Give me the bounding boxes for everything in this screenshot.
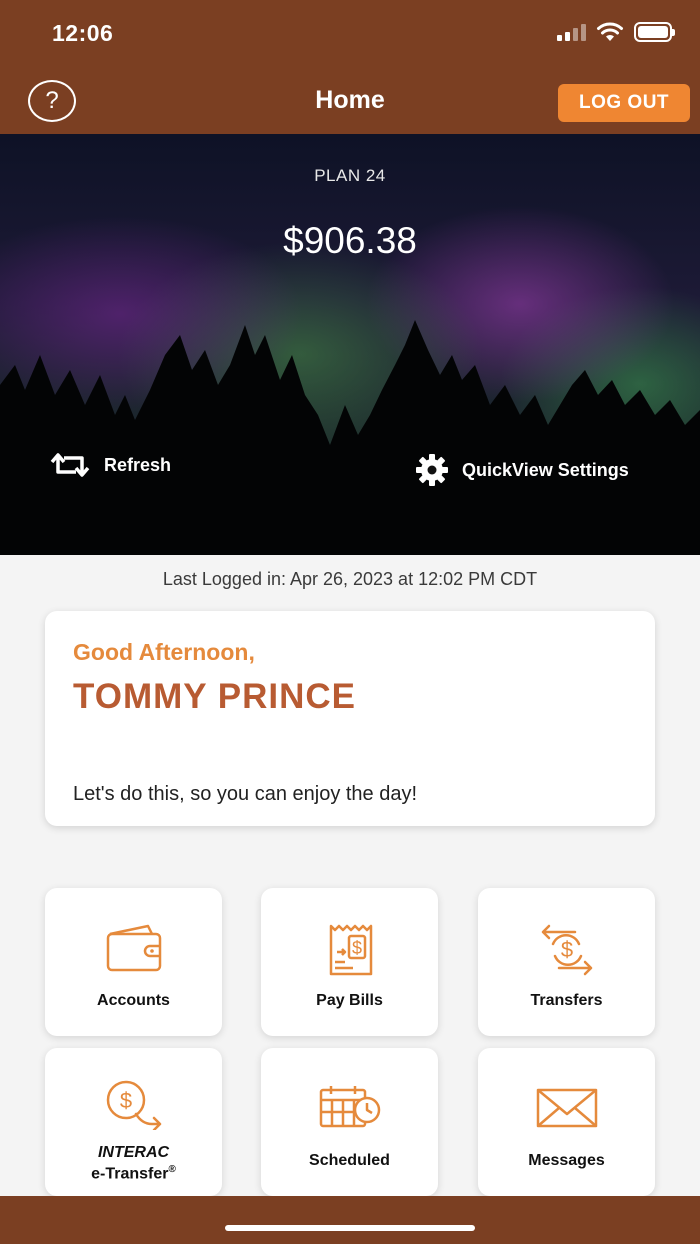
tile-label: Transfers [530,992,603,1009]
etransfer-icon: $ [106,1080,161,1130]
quickview-label: QuickView Settings [462,459,629,480]
envelope-icon [536,1088,597,1128]
greeting-card: Good Afternoon, TOMMY PRINCE Let's do th… [45,611,655,826]
wallet-icon [106,924,161,972]
top-bar: 12:06 ? Home LOG OUT [0,0,700,134]
tile-interac-etransfer[interactable]: $ INTERAC e-Transfer® [45,1048,222,1196]
tile-label: Messages [528,1152,605,1169]
greeting-message: Let's do this, so you can enjoy the day! [73,783,418,805]
gear-icon [416,454,448,486]
tile-label: INTERAC e-Transfer® [45,1144,222,1182]
tile-label: Pay Bills [316,992,383,1009]
last-login-text: Last Logged in: Apr 26, 2023 at 12:02 PM… [162,569,538,589]
transfer-icon: $ [541,924,592,976]
bill-icon: $ [329,924,372,976]
wifi-icon [597,22,623,41]
tile-accounts[interactable]: Accounts [45,888,222,1036]
refresh-button[interactable]: Refresh [48,452,171,478]
plan-label: PLAN 24 [314,166,386,185]
account-balance: $906.38 [283,220,417,261]
tile-pay-bills[interactable]: $ Pay Bills [261,888,438,1036]
svg-text:$: $ [560,937,572,962]
greeting-name: TOMMY PRINCE [73,677,356,716]
tile-label: Scheduled [309,1152,390,1169]
forest-silhouette-image [0,320,700,555]
calendar-clock-icon [319,1086,380,1128]
logout-button[interactable]: LOG OUT [558,84,690,122]
status-icons [557,22,675,42]
svg-text:$: $ [351,938,361,958]
refresh-icon [50,453,90,477]
svg-text:$: $ [119,1088,131,1113]
tile-label: Accounts [97,992,170,1009]
registered-mark: ® [168,1164,176,1175]
refresh-label: Refresh [104,454,172,475]
etransfer-label: e-Transfer [91,1165,169,1183]
status-time: 12:06 [52,20,114,46]
home-indicator[interactable] [225,1225,475,1231]
interac-label: INTERAC [97,1144,170,1161]
tile-transfers[interactable]: $ Transfers [478,888,655,1036]
tile-scheduled[interactable]: Scheduled [261,1048,438,1196]
tile-messages[interactable]: Messages [478,1048,655,1196]
greeting-salutation: Good Afternoon, [73,639,255,665]
bottom-bar [0,1196,700,1244]
hero-banner: PLAN 24 $906.38 Refresh QuickView Settin… [0,134,700,555]
battery-icon [634,22,675,42]
quickview-settings-button[interactable]: QuickView Settings [414,452,629,488]
cellular-signal-icon [557,23,586,41]
